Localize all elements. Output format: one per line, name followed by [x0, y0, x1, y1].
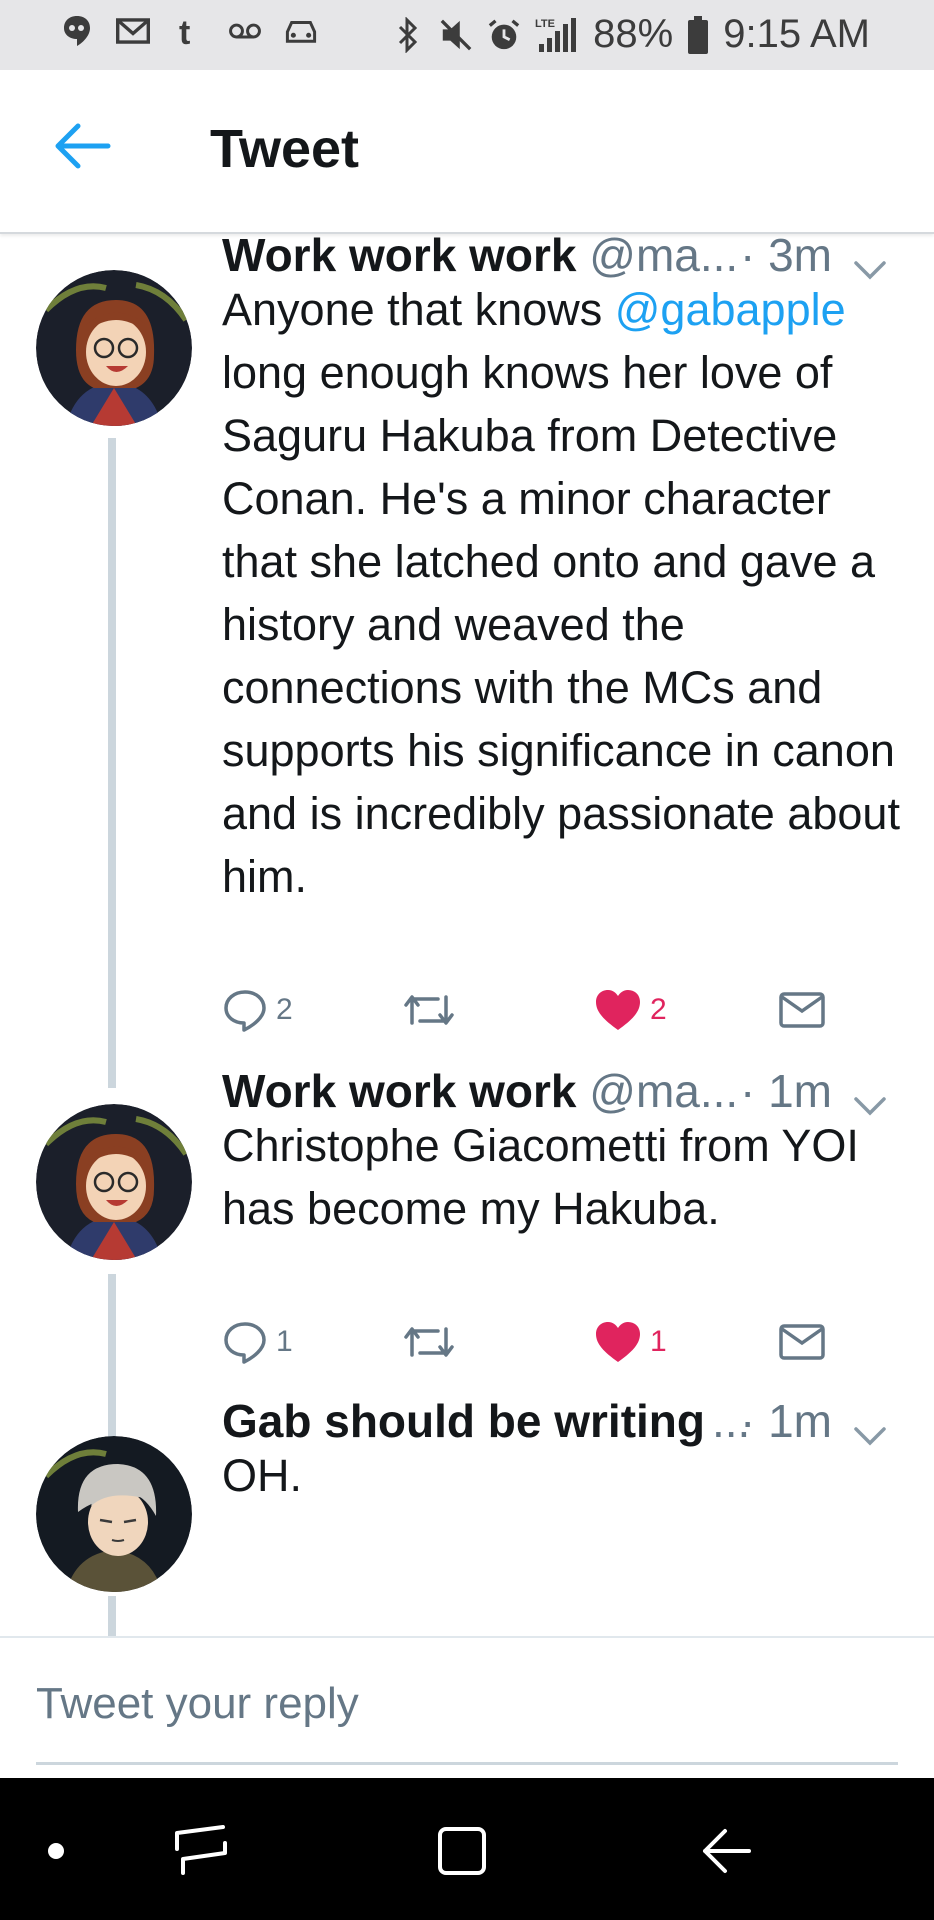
avatar[interactable]	[36, 270, 192, 426]
reply-input-underline	[36, 1762, 898, 1765]
like-count: 2	[650, 993, 667, 1026]
heart-icon	[596, 1322, 640, 1362]
battery-percent: 88%	[593, 12, 674, 56]
notification-icons: t	[60, 14, 318, 48]
display-name[interactable]: Work work work	[222, 1065, 576, 1117]
page-title: Tweet	[210, 119, 360, 179]
tweet-item[interactable]: Gab should be writing ... · 1m OH.	[0, 1395, 934, 1636]
gmail-icon	[116, 14, 150, 48]
reply-icon	[224, 1322, 266, 1364]
back-arrow-icon	[55, 123, 111, 169]
tweet-actions: 1 1	[222, 1312, 902, 1372]
heart-icon	[596, 990, 640, 1030]
retweet-icon	[404, 995, 454, 1025]
avatar-image	[36, 1436, 192, 1592]
lte-signal-icon: LTE	[535, 17, 579, 52]
envelope-icon	[779, 1324, 825, 1360]
display-name[interactable]: Work work work	[222, 234, 576, 281]
retweet-button[interactable]	[402, 1312, 456, 1372]
reply-count: 1	[276, 1325, 293, 1358]
reply-input[interactable]	[36, 1668, 898, 1740]
direct-message-button[interactable]	[778, 1312, 826, 1372]
username[interactable]: @ma...	[589, 234, 738, 281]
envelope-icon	[779, 992, 825, 1028]
back-nav-icon	[703, 1829, 751, 1873]
tweet-text: OH.	[222, 1450, 303, 1501]
mention-link[interactable]: @gabapple	[615, 284, 846, 335]
car-icon	[284, 14, 318, 48]
app-header: Tweet	[0, 70, 934, 234]
reply-composer	[0, 1636, 934, 1780]
lte-label: LTE	[535, 18, 555, 30]
timestamp[interactable]: · 1m	[740, 1064, 832, 1118]
direct-message-button[interactable]	[778, 980, 826, 1040]
reply-count: 2	[276, 993, 293, 1026]
tweet-item[interactable]: Work work work @ma... · 1m Christophe Gi…	[0, 1065, 934, 1400]
recent-apps-button[interactable]	[166, 1816, 236, 1886]
conversation-thread: Work work work @ma... · 3m Anyone that k…	[0, 234, 934, 1636]
back-nav-button[interactable]	[696, 1816, 756, 1886]
timestamp[interactable]: · 3m	[740, 234, 832, 282]
clock: 9:15 AM	[723, 12, 870, 56]
avatar[interactable]	[36, 1104, 192, 1260]
status-bar: t LTE 88% 9:15 AM	[0, 0, 934, 70]
tweet-actions	[222, 1628, 902, 1636]
tweet-item[interactable]: Work work work @ma... · 3m Anyone that k…	[0, 234, 934, 1064]
like-button[interactable]: 2	[594, 980, 667, 1040]
system-status: LTE 88% 9:15 AM	[391, 12, 870, 57]
back-button[interactable]	[52, 120, 112, 172]
username[interactable]: @ma...	[589, 1065, 738, 1117]
avatar-image	[36, 270, 192, 426]
recent-apps-icon	[175, 1825, 227, 1875]
reply-button[interactable]: 1	[222, 1312, 293, 1372]
tweet-menu-button[interactable]	[852, 242, 888, 280]
tweet-text: Anyone that knows @gabapple long enough …	[222, 278, 902, 908]
svg-text:t: t	[179, 14, 190, 48]
like-count: 1	[650, 1325, 667, 1358]
retweet-icon	[404, 1327, 454, 1357]
reply-button[interactable]	[222, 1628, 268, 1636]
bluetooth-icon	[391, 16, 425, 53]
mute-icon	[439, 18, 473, 52]
avatar-image	[36, 1104, 192, 1260]
battery-icon	[687, 15, 709, 54]
reply-icon	[224, 990, 266, 1032]
alarm-icon	[487, 18, 521, 52]
hangouts-icon	[60, 14, 94, 48]
timestamp[interactable]: · 1m	[740, 1394, 832, 1448]
reply-button[interactable]: 2	[222, 980, 293, 1040]
retweet-button[interactable]	[402, 980, 456, 1040]
home-square-icon	[438, 1827, 486, 1875]
dot-icon	[48, 1843, 64, 1859]
voicemail-icon	[228, 14, 262, 48]
tweet-text: Christophe Giacometti from YOI has becom…	[222, 1120, 859, 1234]
tweet-actions: 2 2	[222, 980, 902, 1040]
nav-dot-button[interactable]	[36, 1816, 76, 1886]
system-navigation-bar	[0, 1778, 934, 1920]
tweet-text-rest: long enough knows her love of Saguru Hak…	[222, 347, 900, 902]
direct-message-button[interactable]	[778, 1628, 826, 1636]
tweet-menu-button[interactable]	[852, 1078, 888, 1116]
tweet-text-start: Anyone that knows	[222, 284, 615, 335]
display-name[interactable]: Gab should be writing	[222, 1395, 705, 1447]
avatar[interactable]	[36, 1436, 192, 1592]
like-button[interactable]	[594, 1628, 642, 1636]
tumblr-icon: t	[172, 14, 206, 48]
tweet-menu-button[interactable]	[852, 1408, 888, 1446]
home-button[interactable]	[432, 1816, 492, 1886]
like-button[interactable]: 1	[594, 1312, 667, 1372]
